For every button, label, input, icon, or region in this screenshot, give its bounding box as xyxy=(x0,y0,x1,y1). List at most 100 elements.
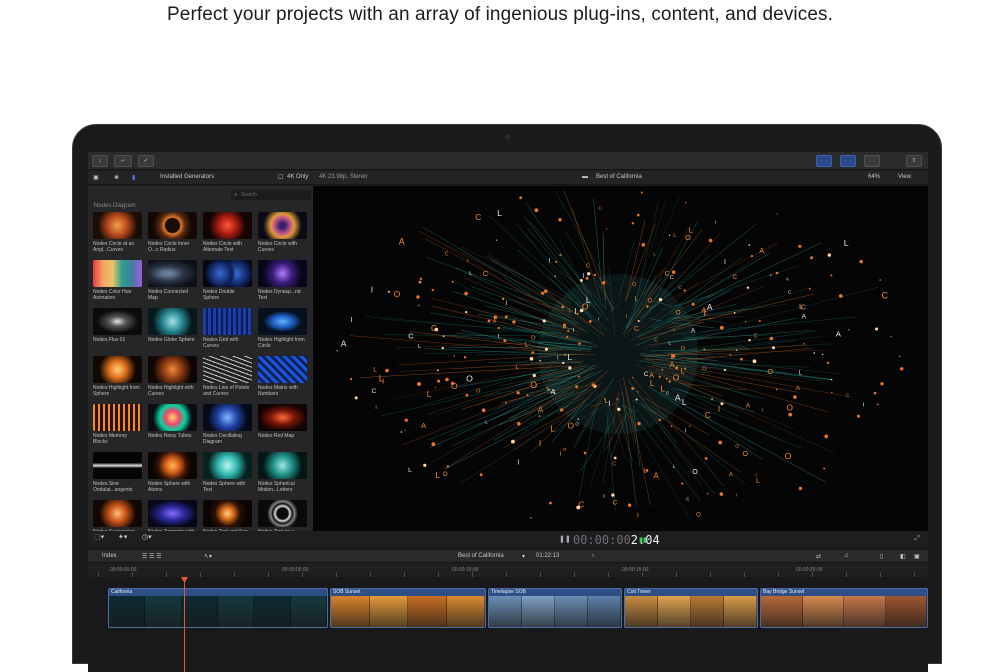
timeline-ruler[interactable]: 00:00:00:00 00:00:05:00 00:00:10:00 00:0… xyxy=(88,563,928,577)
viewer-project-title: Best of California xyxy=(596,174,642,180)
generator-tile[interactable]: Nodes Spherical Motion...Letters xyxy=(258,452,307,495)
timeline-header: Index ☰ ☰ ☰ ↖▾ Best of California ▾ 01:2… xyxy=(88,549,928,563)
effects-icon[interactable]: ▣ xyxy=(914,553,920,560)
generator-label: Nodes Memory Blocks xyxy=(93,433,142,447)
generator-tile[interactable]: Nodes Sine Ondulat...angents xyxy=(93,452,142,495)
svg-text:O: O xyxy=(702,367,707,373)
generator-tile[interactable]: Nodes Grid with Curves xyxy=(203,308,252,351)
clip-title: Coit Tower xyxy=(627,589,651,595)
view-dropdown[interactable]: View xyxy=(898,174,911,180)
key-button[interactable]: ⌐ xyxy=(114,155,132,167)
svg-text:I: I xyxy=(724,259,726,266)
search-field[interactable]: ⌕ Search xyxy=(231,190,311,200)
playhead[interactable] xyxy=(184,577,185,672)
speed-icon[interactable]: ◷▾ xyxy=(142,533,152,541)
playhead-handle[interactable] xyxy=(181,577,188,583)
timeline-clip[interactable]: Bay Bridge Sunset xyxy=(760,588,928,628)
generators-browser: ⌕ Search Nodes Diagram Nodes Circle at a… xyxy=(88,186,313,531)
clip-filmstrip xyxy=(625,596,757,627)
layout-browser-button[interactable] xyxy=(816,155,832,167)
generator-thumbnail xyxy=(93,212,142,239)
generator-thumbnail xyxy=(258,500,307,527)
transform-icon[interactable]: ⬚▾ xyxy=(94,533,104,541)
generator-thumbnail xyxy=(148,308,197,335)
four-k-checkbox[interactable]: ☐ xyxy=(278,174,283,181)
generator-tile[interactable]: Nodes Oscillating Diagram xyxy=(203,404,252,447)
photos-icon[interactable]: ❀ xyxy=(114,174,119,181)
zoom-icon[interactable]: ◧ xyxy=(900,553,906,560)
library-icon[interactable]: ▣ xyxy=(93,174,99,181)
generator-tile[interactable]: Nodes Red Map xyxy=(258,404,307,447)
generator-tile[interactable]: Nodes Circle Inner O...c Radius xyxy=(148,212,197,255)
generator-tile[interactable]: Nodes Circle at an Angl...Curves xyxy=(93,212,142,255)
layout-inspector-button[interactable] xyxy=(864,155,880,167)
generator-thumbnail xyxy=(203,500,252,527)
svg-text:I: I xyxy=(598,316,599,322)
svg-text:C: C xyxy=(431,324,437,333)
generator-tile[interactable]: Nodes Highlight from Sphere xyxy=(93,356,142,399)
titles-generators-icon[interactable]: ▮ xyxy=(132,174,135,181)
svg-text:O: O xyxy=(648,298,653,305)
generator-tile[interactable]: Nodes Highlight with Curves xyxy=(148,356,197,399)
generator-label: Nodes Flux 01 xyxy=(93,337,142,351)
clip-frame xyxy=(218,596,254,627)
generator-tile[interactable]: Nodes Connected Map xyxy=(148,260,197,303)
timeline-tracks[interactable]: Bay Bridge Sunset Coit Tower Timelapse SOB… xyxy=(88,577,928,672)
svg-text:L: L xyxy=(682,397,687,407)
layout-timeline-button[interactable] xyxy=(840,155,856,167)
svg-text:C: C xyxy=(599,205,603,211)
fullscreen-icon[interactable]: ⤢ xyxy=(914,535,920,543)
generator-tile[interactable]: Nodes Circle with Alternate Text xyxy=(203,212,252,255)
generator-tile[interactable]: Nodes Globe Sphere xyxy=(148,308,197,351)
background-tasks-button[interactable]: ✓ xyxy=(138,155,154,167)
select-tool-icon[interactable]: ↖▾ xyxy=(204,553,212,560)
clip-frame xyxy=(691,596,724,627)
share-button[interactable]: ⇧ xyxy=(906,155,922,167)
timeline-clip[interactable]: Timelapse SOB xyxy=(488,588,622,628)
svg-text:L: L xyxy=(497,208,502,218)
generator-label: Nodes Spherical Motion...Letters xyxy=(258,481,307,495)
generator-thumbnail xyxy=(93,308,142,335)
audio-skimming-icon[interactable]: ♫ xyxy=(844,553,849,559)
generator-tile[interactable]: Nodes Flux 01 xyxy=(93,308,142,351)
snapping-icon[interactable]: ▯ xyxy=(880,553,883,560)
clip-appearance-icon[interactable]: ☰ ☰ ☰ xyxy=(142,553,161,560)
forward-icon[interactable]: › xyxy=(592,553,594,559)
generator-tile[interactable]: Nodes Memory Blocks xyxy=(93,404,142,447)
timeline-clip[interactable]: SOB Sunset xyxy=(330,588,486,628)
generator-tile[interactable]: Nodes Dynasp...nd Text xyxy=(258,260,307,303)
viewer[interactable]: LCILAIILOCAAOCLCOAIILILOALOIIOLILOLIOAOL… xyxy=(313,186,928,531)
import-button[interactable]: ↓ xyxy=(92,155,108,167)
project-dropdown-icon[interactable]: ▾ xyxy=(522,553,525,560)
generator-tile[interactable]: Nodes Color Hue Animation xyxy=(93,260,142,303)
generator-label: Nodes Sphere with Text xyxy=(203,481,252,495)
svg-text:I: I xyxy=(603,494,605,500)
generator-tile[interactable]: Nodes Matrix with Numbers xyxy=(258,356,307,399)
generator-tile[interactable]: Nodes Noisy Tubes xyxy=(148,404,197,447)
generator-label: Nodes Sphere with Atoms xyxy=(148,481,197,495)
generator-tile[interactable]: Nodes Sphere with Atoms xyxy=(148,452,197,495)
zoom-dropdown[interactable]: 64% xyxy=(868,174,880,180)
generator-tile[interactable]: Nodes Highlight from Circle xyxy=(258,308,307,351)
timeline-clip[interactable]: Coit Tower xyxy=(624,588,758,628)
generator-tile[interactable]: Nodes Double Sphere xyxy=(203,260,252,303)
svg-text:O: O xyxy=(692,469,698,476)
generator-tile[interactable]: Nodes Line of Points and Curves xyxy=(203,356,252,399)
svg-text:C: C xyxy=(586,264,590,270)
timeline-clip[interactable]: California xyxy=(108,588,328,628)
play-icon[interactable]: ❚❚ xyxy=(559,535,571,543)
generator-thumbnail xyxy=(203,212,252,239)
skimming-icon[interactable]: ⇄ xyxy=(816,553,821,560)
clip-frame xyxy=(408,596,447,627)
generator-tile[interactable]: Nodes Circle with Curves xyxy=(258,212,307,255)
enhance-icon[interactable]: ✦▾ xyxy=(118,533,127,541)
clip-frame xyxy=(588,596,621,627)
generator-thumbnail xyxy=(203,308,252,335)
svg-text:A: A xyxy=(563,325,567,331)
svg-text:I: I xyxy=(762,408,763,413)
index-button[interactable]: Index xyxy=(102,553,117,559)
generator-label: Nodes Matrix with Numbers xyxy=(258,385,307,399)
generator-tile[interactable]: Nodes Sphere with Text xyxy=(203,452,252,495)
generators-dropdown[interactable]: Installed Generators xyxy=(160,174,214,180)
svg-text:A: A xyxy=(759,248,764,255)
